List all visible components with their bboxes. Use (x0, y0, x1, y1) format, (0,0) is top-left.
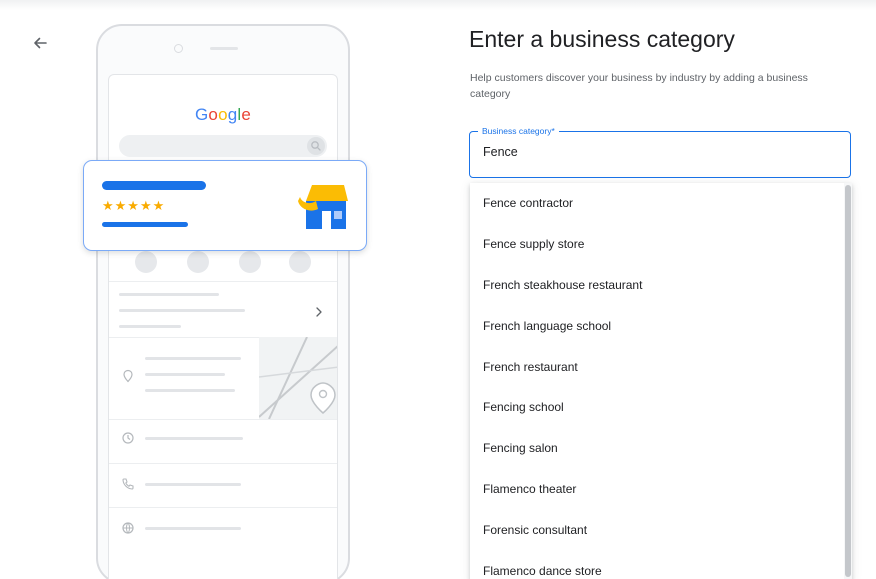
business-category-field[interactable]: Business category* (469, 125, 851, 178)
placeholder-line (119, 309, 245, 312)
mock-search-bar (119, 135, 327, 157)
divider (109, 419, 337, 420)
phone-illustration: Google (96, 24, 350, 579)
business-name-placeholder (102, 181, 206, 190)
business-category-page: Google ★★★★★ Enter a business category H… (0, 0, 876, 579)
phone-speaker (210, 47, 238, 50)
globe-icon (121, 521, 135, 535)
business-category-input[interactable] (483, 145, 823, 159)
placeholder-line (145, 483, 241, 486)
google-logo: Google (194, 105, 252, 124)
save-icon (239, 251, 261, 273)
dropdown-scrollbar[interactable] (844, 183, 852, 579)
suggestion-option[interactable]: Fence contractor (470, 183, 852, 224)
scrollbar-thumb[interactable] (845, 185, 851, 577)
business-profile-card: ★★★★★ (83, 160, 367, 251)
storefront-icon (296, 183, 350, 231)
suggestion-list: Fence contractor Fence supply store Fren… (470, 183, 852, 579)
business-detail-placeholder (102, 222, 188, 227)
phone-icon (121, 477, 135, 491)
divider (109, 507, 337, 508)
placeholder-line (119, 293, 219, 296)
phone-screen: Google (108, 74, 338, 579)
placeholder-line (145, 389, 235, 392)
top-edge-shadow (0, 0, 876, 10)
placeholder-line (145, 373, 225, 376)
share-icon (289, 251, 311, 273)
business-category-label: Business category* (478, 125, 559, 137)
placeholder-line (145, 527, 241, 530)
suggestion-option[interactable]: French language school (470, 305, 852, 346)
placeholder-line (119, 325, 181, 328)
directions-icon (187, 251, 209, 273)
chevron-right-icon (314, 305, 324, 319)
search-icon (307, 137, 325, 155)
page-title: Enter a business category (469, 26, 735, 52)
call-icon (135, 251, 157, 273)
suggestion-option[interactable]: Fencing school (470, 387, 852, 428)
suggestion-option[interactable]: Forensic consultant (470, 509, 852, 550)
suggestion-option[interactable]: Fence supply store (470, 224, 852, 265)
suggestion-option[interactable]: Flamenco theater (470, 469, 852, 510)
page-description: Help customers discover your business by… (470, 72, 808, 100)
suggestion-option[interactable]: Flamenco dance store (470, 550, 852, 579)
divider (109, 463, 337, 464)
placeholder-line (145, 357, 241, 360)
phone-camera (174, 44, 183, 53)
divider (109, 281, 337, 282)
placeholder-line (145, 437, 243, 440)
suggestion-option[interactable]: French steakhouse restaurant (470, 265, 852, 306)
suggestion-option[interactable]: French restaurant (470, 346, 852, 387)
suggestion-option[interactable]: Fencing salon (470, 428, 852, 469)
clock-icon (121, 431, 135, 445)
location-pin-icon (121, 369, 135, 383)
category-suggestions-dropdown: Fence contractor Fence supply store Fren… (470, 183, 852, 579)
map-thumbnail (258, 336, 337, 420)
arrow-left-icon[interactable] (30, 33, 50, 53)
rating-stars: ★★★★★ (102, 198, 166, 213)
